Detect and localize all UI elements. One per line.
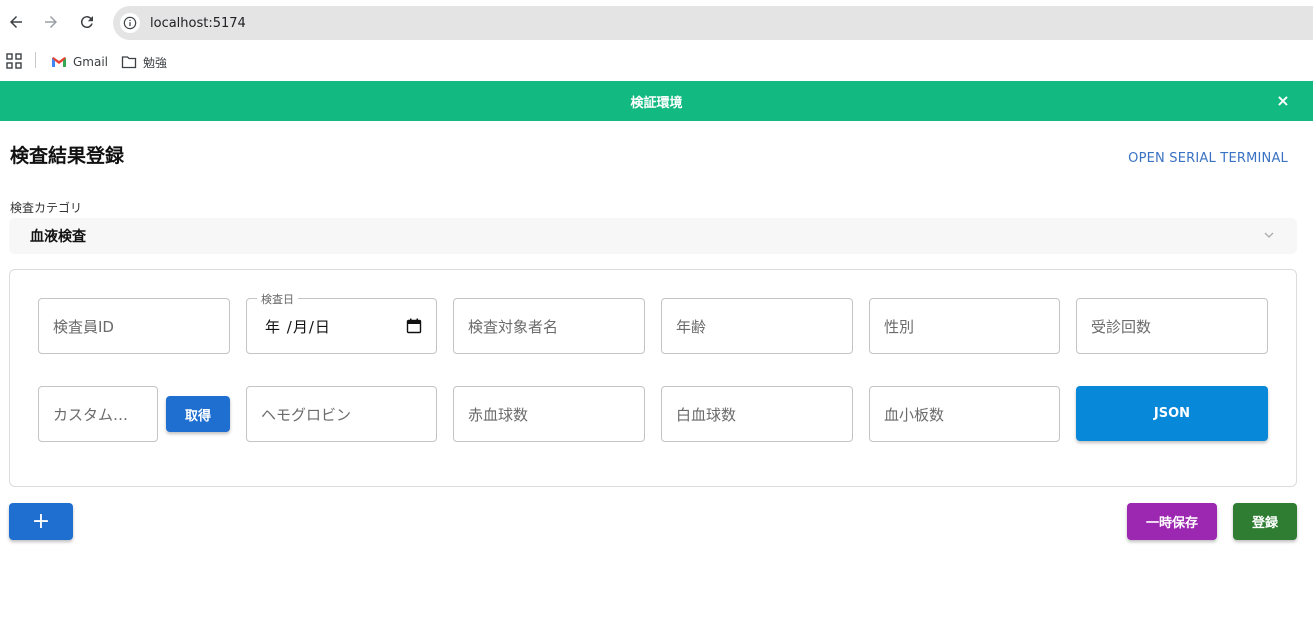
back-arrow-icon bbox=[10, 16, 22, 28]
category-label: 検査カテゴリ bbox=[10, 201, 83, 215]
wbc-placeholder: 白血球数 bbox=[676, 405, 737, 424]
bookmark-study-label: 勉強 bbox=[143, 55, 168, 70]
reload-icon bbox=[80, 16, 93, 29]
close-icon[interactable]: × bbox=[1275, 93, 1291, 109]
submit-button[interactable]: 登録 bbox=[1233, 503, 1297, 540]
open-serial-terminal-link[interactable]: OPEN SERIAL TERMINAL bbox=[1128, 151, 1288, 166]
temp-save-button[interactable]: 一時保存 bbox=[1127, 503, 1217, 540]
json-button[interactable]: JSON bbox=[1076, 386, 1268, 441]
subject-name-placeholder: 検査対象者名 bbox=[468, 317, 559, 336]
gender-placeholder: 性別 bbox=[884, 317, 915, 336]
platelets-input[interactable]: 血小板数 bbox=[869, 386, 1060, 442]
add-button[interactable]: + bbox=[9, 503, 73, 540]
visit-count-placeholder: 受診回数 bbox=[1091, 317, 1152, 336]
bookmarks-divider bbox=[35, 52, 36, 68]
custom-placeholder: カスタム… bbox=[53, 405, 129, 424]
visit-count-input[interactable]: 受診回数 bbox=[1076, 298, 1268, 354]
hemoglobin-input[interactable]: ヘモグロビン bbox=[246, 386, 437, 442]
apps-grid-icon[interactable] bbox=[6, 53, 22, 69]
site-info-icon[interactable] bbox=[120, 13, 140, 33]
rbc-placeholder: 赤血球数 bbox=[468, 405, 529, 424]
wbc-input[interactable]: 白血球数 bbox=[661, 386, 853, 442]
browser-toolbar: localhost:5174 bbox=[0, 0, 1313, 44]
calendar-icon[interactable] bbox=[406, 318, 422, 334]
bookmark-study-folder[interactable]: 勉強 bbox=[121, 52, 167, 72]
platelets-placeholder: 血小板数 bbox=[884, 405, 945, 424]
inspector-id-input[interactable]: 検査員ID bbox=[38, 298, 230, 354]
forward-button[interactable] bbox=[39, 10, 63, 34]
age-input[interactable]: 年齢 bbox=[661, 298, 853, 354]
page-title: 検査結果登録 bbox=[10, 145, 125, 167]
rbc-input[interactable]: 赤血球数 bbox=[453, 386, 645, 442]
category-select[interactable]: 血液検査 bbox=[9, 218, 1297, 254]
age-placeholder: 年齢 bbox=[676, 317, 707, 336]
hemoglobin-placeholder: ヘモグロビン bbox=[261, 405, 352, 424]
fetch-button[interactable]: 取得 bbox=[166, 396, 230, 432]
reload-button[interactable] bbox=[75, 10, 99, 34]
environment-banner-title: 検証環境 bbox=[630, 95, 683, 111]
category-selected-value: 血液検査 bbox=[30, 229, 86, 245]
exam-date-value: 年 /月/日 bbox=[265, 317, 331, 336]
exam-date-label: 検査日 bbox=[257, 291, 298, 307]
exam-date-input[interactable]: 検査日 年 /月/日 bbox=[246, 291, 437, 354]
gmail-icon bbox=[52, 57, 66, 67]
folder-icon bbox=[121, 56, 137, 69]
bookmark-gmail-label: Gmail bbox=[73, 55, 109, 69]
address-bar[interactable]: localhost:5174 bbox=[113, 6, 1313, 40]
bookmark-gmail[interactable]: Gmail bbox=[51, 52, 108, 72]
url-text: localhost:5174 bbox=[150, 15, 246, 31]
inspector-id-placeholder: 検査員ID bbox=[53, 317, 114, 336]
bookmarks-bar: Gmail 勉強 bbox=[0, 44, 1313, 80]
environment-banner: 検証環境 × bbox=[0, 81, 1313, 121]
chevron-down-icon bbox=[1264, 232, 1274, 238]
back-button[interactable] bbox=[4, 10, 28, 34]
subject-name-input[interactable]: 検査対象者名 bbox=[453, 298, 645, 354]
gender-input[interactable]: 性別 bbox=[869, 298, 1060, 354]
custom-input[interactable]: カスタム… bbox=[38, 386, 158, 442]
forward-arrow-icon bbox=[45, 16, 57, 28]
